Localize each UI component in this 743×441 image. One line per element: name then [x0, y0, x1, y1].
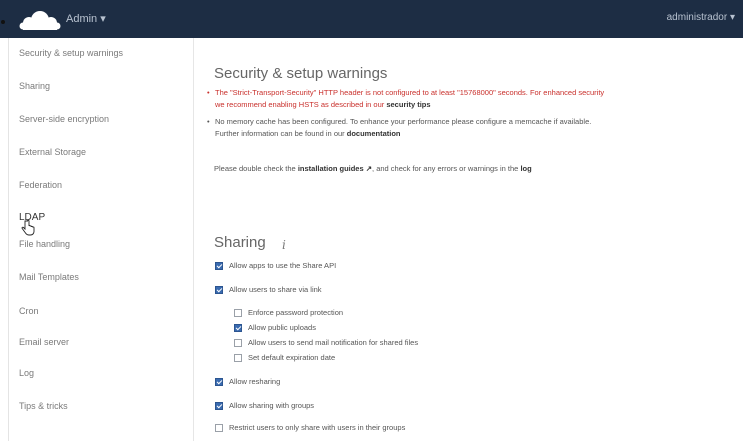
sidebar-item-security[interactable]: Security & setup warnings	[19, 48, 123, 58]
sidebar-item-file-handling[interactable]: File handling	[19, 239, 70, 249]
sidebar-item-tips[interactable]: Tips & tricks	[19, 401, 68, 411]
option-restrict-groups[interactable]: Restrict users to only share with users …	[215, 423, 405, 432]
option-label: Allow users to send mail notification fo…	[248, 338, 419, 347]
check-text-2: , and check for any errors or warnings i…	[372, 164, 521, 173]
sidebar-item-cron[interactable]: Cron	[19, 306, 39, 316]
option-label: Allow sharing with groups	[229, 401, 315, 410]
main-content: Security & setup warnings The "Strict-Tr…	[194, 38, 743, 441]
sidebar-item-federation[interactable]: Federation	[19, 180, 62, 190]
option-label: Set default expiration date	[248, 353, 336, 362]
warning-hsts-text: The "Strict-Transport-Security" HTTP hea…	[215, 88, 605, 97]
security-title: Security & setup warnings	[214, 65, 388, 82]
option-public-uploads[interactable]: Allow public uploads	[234, 323, 316, 332]
option-label: Allow apps to use the Share API	[229, 261, 337, 270]
check-paragraph: Please double check the installation gui…	[214, 164, 532, 173]
sidebar-item-log[interactable]: Log	[19, 368, 34, 378]
app-menu[interactable]: Admin ▾	[66, 12, 106, 25]
header-bar: Admin ▾ administrador ▾	[0, 0, 743, 38]
option-share-with-groups[interactable]: Allow sharing with groups	[215, 401, 314, 410]
user-menu[interactable]: administrador ▾	[667, 12, 735, 23]
security-tips-link[interactable]: security tips	[386, 100, 430, 109]
hand-pointer-icon	[21, 220, 35, 236]
documentation-link[interactable]: documentation	[347, 129, 401, 138]
checkbox-share-api[interactable]	[215, 261, 223, 270]
option-share-api[interactable]: Allow apps to use the Share API	[215, 261, 336, 270]
installation-guides-link[interactable]: installation guides ↗	[298, 164, 372, 173]
checkbox-share-with-groups[interactable]	[215, 401, 223, 410]
settings-sidebar: Security & setup warnings Sharing Server…	[9, 38, 194, 441]
sidebar-item-email-server[interactable]: Email server	[19, 337, 69, 347]
option-mail-notification[interactable]: Allow users to send mail notification fo…	[234, 338, 418, 347]
warning-hsts-text-2: we recommend enabling HSTS as described …	[215, 100, 387, 109]
option-resharing[interactable]: Allow resharing	[215, 377, 280, 386]
sidebar-item-mail-templates[interactable]: Mail Templates	[19, 272, 79, 282]
cloud-logo-icon[interactable]	[18, 8, 62, 32]
warning-memcache-text: No memory cache has been configured. To …	[215, 117, 592, 126]
sidebar-item-encryption[interactable]: Server-side encryption	[19, 114, 109, 124]
page-edge	[0, 38, 9, 441]
option-label: Enforce password protection	[248, 308, 344, 317]
info-icon[interactable]: i	[282, 238, 286, 252]
sidebar-item-sharing[interactable]: Sharing	[19, 81, 50, 91]
checkbox-enforce-password[interactable]	[234, 308, 242, 317]
warning-list: The "Strict-Transport-Security" HTTP hea…	[206, 87, 726, 145]
option-share-via-link[interactable]: Allow users to share via link	[215, 285, 322, 294]
checkbox-expiration-date[interactable]	[234, 353, 242, 362]
log-link[interactable]: log	[520, 164, 531, 173]
option-enforce-password[interactable]: Enforce password protection	[234, 308, 343, 317]
option-label: Allow users to share via link	[229, 285, 322, 294]
checkbox-public-uploads[interactable]	[234, 323, 242, 332]
checkbox-mail-notification[interactable]	[234, 338, 242, 347]
check-text-1: Please double check the	[214, 164, 298, 173]
sharing-title: Sharing	[214, 234, 266, 251]
warning-memcache-text-2: Further information can be found in our	[215, 129, 347, 138]
warning-hsts: The "Strict-Transport-Security" HTTP hea…	[206, 87, 726, 111]
checkbox-resharing[interactable]	[215, 377, 223, 386]
option-label: Allow resharing	[229, 377, 281, 386]
sidebar-item-external-storage[interactable]: External Storage	[19, 147, 86, 157]
option-expiration-date[interactable]: Set default expiration date	[234, 353, 335, 362]
option-label: Restrict users to only share with users …	[229, 423, 406, 432]
checkbox-restrict-groups[interactable]	[215, 423, 223, 432]
bullet-marker	[1, 20, 5, 24]
option-label: Allow public uploads	[248, 323, 316, 332]
warning-memcache: No memory cache has been configured. To …	[206, 116, 726, 140]
checkbox-share-via-link[interactable]	[215, 285, 223, 294]
